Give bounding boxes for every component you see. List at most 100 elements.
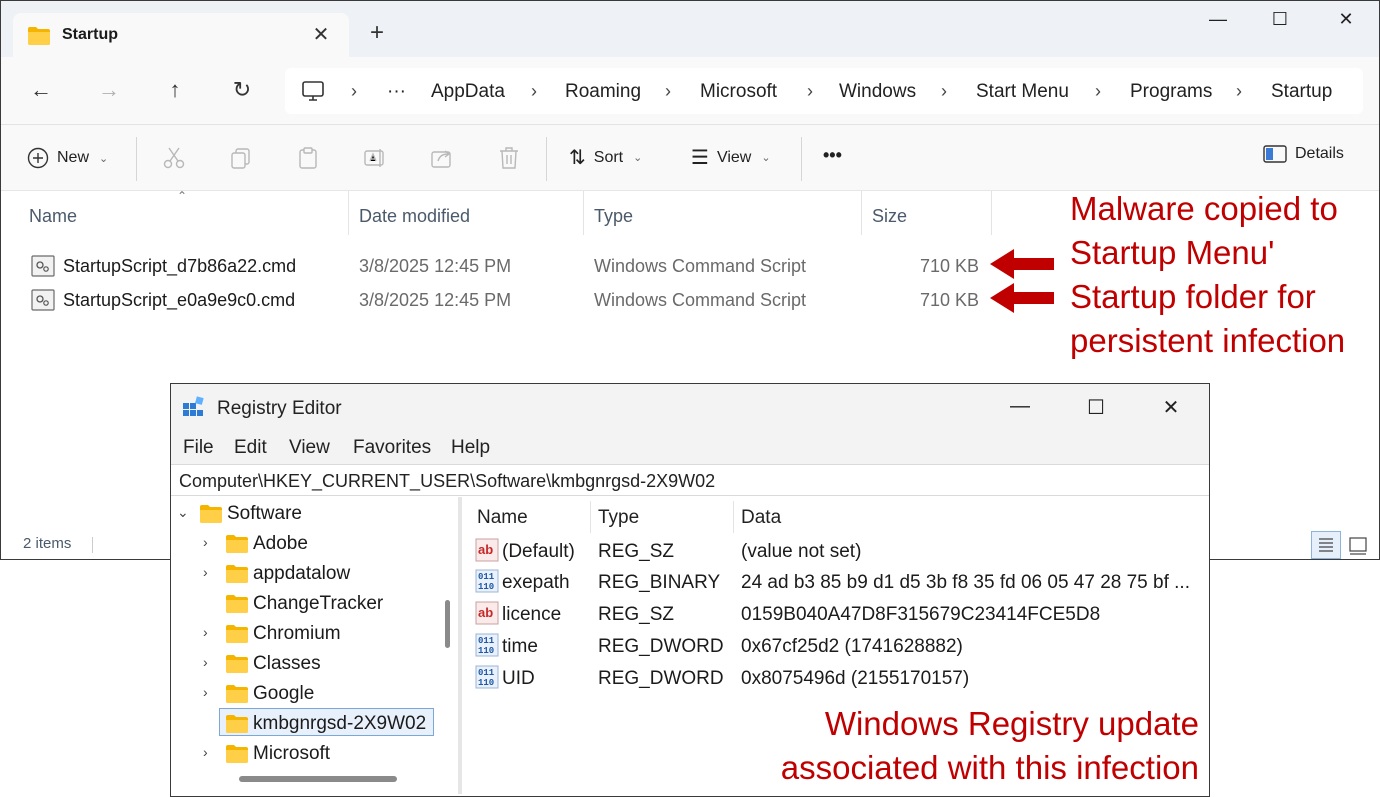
- menu-file[interactable]: File: [183, 437, 214, 459]
- tree-node-classes[interactable]: › Classes: [203, 650, 443, 678]
- column-data[interactable]: Data: [741, 507, 781, 529]
- delete-icon[interactable]: [497, 146, 521, 170]
- breadcrumb-appdata[interactable]: AppData: [431, 81, 505, 103]
- breadcrumb-start-menu[interactable]: Start Menu: [976, 81, 1069, 103]
- tree-vertical-scrollbar[interactable]: [445, 600, 450, 648]
- tree-node-kmbgnrgsd[interactable]: kmbgnrgsd-2X9W02: [203, 710, 443, 738]
- chevron-right-icon: ›: [531, 81, 537, 101]
- maximize-button[interactable]: ☐: [1265, 9, 1295, 35]
- address-bar[interactable]: Computer\HKEY_CURRENT_USER\Software\kmbg…: [171, 464, 1209, 496]
- svg-text:110: 110: [478, 582, 494, 592]
- chevron-right-icon[interactable]: ›: [203, 684, 217, 700]
- value-name: UID: [502, 668, 535, 689]
- maximize-button[interactable]: ☐: [1081, 395, 1111, 420]
- folder-icon: [226, 655, 248, 673]
- file-row[interactable]: StartupScript_d7b86a22.cmd 3/8/2025 12:4…: [1, 249, 1001, 283]
- folder-icon: [226, 595, 248, 613]
- breadcrumb-programs[interactable]: Programs: [1130, 81, 1212, 103]
- tree-node-microsoft[interactable]: › Microsoft: [203, 740, 443, 768]
- tiles-view-icon[interactable]: [1345, 533, 1371, 559]
- value-row[interactable]: ab licence REG_SZ 0159B040A47D8F315679C2…: [469, 598, 1207, 629]
- chevron-right-icon[interactable]: ›: [203, 654, 217, 670]
- forward-arrow-icon[interactable]: →: [95, 77, 123, 105]
- breadcrumb-more[interactable]: ···: [387, 81, 406, 103]
- value-data: 0x67cf25d2 (1741628882): [741, 636, 963, 657]
- new-button-label: New: [57, 149, 90, 166]
- column-divider[interactable]: [348, 191, 349, 235]
- rename-icon[interactable]: [363, 146, 387, 170]
- more-options-button[interactable]: •••: [823, 145, 842, 166]
- value-data: 0x8075496d (2155170157): [741, 668, 970, 689]
- details-view-button[interactable]: [1311, 531, 1341, 559]
- chevron-right-icon[interactable]: ›: [203, 564, 217, 580]
- tree-node-adobe[interactable]: › Adobe: [203, 530, 443, 558]
- value-row[interactable]: ab (Default) REG_SZ (value not set): [469, 535, 1207, 566]
- minimize-button[interactable]: —: [1005, 395, 1035, 418]
- menu-view[interactable]: View: [289, 437, 330, 459]
- cut-icon[interactable]: [162, 146, 186, 170]
- tree-node-changetracker[interactable]: ChangeTracker: [203, 590, 443, 618]
- column-name[interactable]: Name: [29, 206, 77, 227]
- cmd-script-file-icon: [31, 255, 55, 277]
- tree-node-chromium[interactable]: › Chromium: [203, 620, 443, 648]
- menu-help[interactable]: Help: [451, 437, 490, 459]
- tab-startup[interactable]: Startup ✕: [13, 13, 349, 57]
- menu-favorites[interactable]: Favorites: [353, 437, 431, 459]
- sort-button[interactable]: ⇅ Sort ⌄: [569, 145, 642, 170]
- folder-icon: [200, 505, 222, 523]
- refresh-icon[interactable]: ↻: [228, 77, 256, 105]
- chevron-down-icon: ⌄: [761, 152, 771, 164]
- folder-icon: [226, 685, 248, 703]
- column-type[interactable]: Type: [598, 507, 639, 529]
- column-divider[interactable]: [590, 501, 591, 533]
- up-arrow-icon[interactable]: ↑: [161, 77, 189, 105]
- column-divider[interactable]: [991, 191, 992, 235]
- menu-edit[interactable]: Edit: [234, 437, 267, 459]
- file-date-modified: 3/8/2025 12:45 PM: [359, 290, 512, 310]
- chevron-right-icon[interactable]: ›: [203, 534, 217, 550]
- column-divider[interactable]: [861, 191, 862, 235]
- share-icon[interactable]: [430, 146, 454, 170]
- copy-icon[interactable]: [229, 146, 253, 170]
- close-tab-icon[interactable]: ✕: [309, 22, 333, 47]
- tree-node-google[interactable]: › Google: [203, 680, 443, 708]
- value-row[interactable]: 011 110 exepath REG_BINARY 24 ad b3 85 b…: [469, 566, 1207, 597]
- tree-node-appdatalow[interactable]: › appdatalow: [203, 560, 443, 588]
- value-row[interactable]: 011 110 time REG_DWORD 0x67cf25d2 (17416…: [469, 630, 1207, 661]
- breadcrumb[interactable]: › ··· AppData › Roaming › Microsoft › Wi…: [285, 68, 1363, 114]
- column-type[interactable]: Type: [594, 206, 633, 227]
- breadcrumb-roaming[interactable]: Roaming: [565, 81, 641, 103]
- paste-icon[interactable]: [296, 146, 320, 170]
- details-pane-button[interactable]: Details: [1263, 145, 1344, 163]
- value-row[interactable]: 011 110 UID REG_DWORD 0x8075496d (215517…: [469, 662, 1207, 693]
- chevron-right-icon[interactable]: ›: [203, 624, 217, 640]
- tree-node-label: kmbgnrgsd-2X9W02: [253, 713, 427, 734]
- chevron-right-icon[interactable]: ›: [203, 744, 217, 760]
- close-button[interactable]: ✕: [1331, 9, 1361, 35]
- back-arrow-icon[interactable]: ←: [27, 77, 55, 105]
- chevron-right-icon: ›: [1095, 81, 1101, 101]
- view-button-label: View: [716, 148, 752, 166]
- registry-path: Computer\HKEY_CURRENT_USER\Software\kmbg…: [179, 471, 716, 491]
- breadcrumb-windows[interactable]: Windows: [839, 81, 916, 103]
- column-date-modified[interactable]: Date modified: [359, 206, 470, 227]
- breadcrumb-startup[interactable]: Startup: [1271, 81, 1332, 103]
- new-tab-button[interactable]: +: [370, 21, 384, 45]
- folder-icon: [226, 715, 248, 733]
- list-view-icon: ☰: [691, 147, 709, 169]
- view-button[interactable]: ☰ View ⌄: [691, 145, 771, 170]
- column-divider[interactable]: [733, 501, 734, 533]
- column-divider[interactable]: [583, 191, 584, 235]
- file-row[interactable]: StartupScript_e0a9e9c0.cmd 3/8/2025 12:4…: [1, 283, 1001, 317]
- sort-button-label: Sort: [593, 148, 624, 166]
- annotation-line: Startup Menu': [1070, 234, 1275, 271]
- tree-horizontal-scrollbar[interactable]: [239, 776, 397, 782]
- tree-node-software[interactable]: ⌄ Software: [177, 500, 437, 528]
- minimize-button[interactable]: —: [1203, 9, 1233, 35]
- folder-icon: [226, 535, 248, 553]
- column-size[interactable]: Size: [872, 206, 907, 227]
- close-button[interactable]: ✕: [1156, 395, 1186, 420]
- new-button[interactable]: New ⌄: [27, 147, 108, 169]
- column-name[interactable]: Name: [477, 507, 528, 529]
- breadcrumb-microsoft[interactable]: Microsoft: [700, 81, 777, 103]
